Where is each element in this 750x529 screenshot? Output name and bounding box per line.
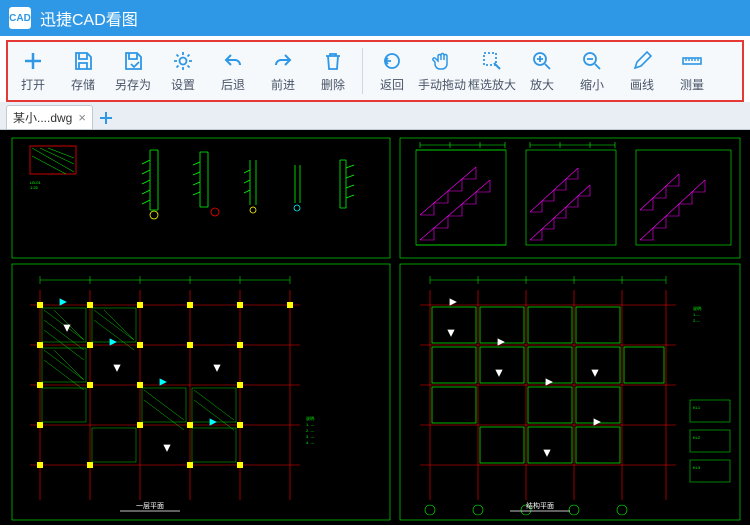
- toolbar-label: 返回: [380, 76, 404, 93]
- toolbar-label: 存储: [71, 76, 95, 93]
- return-button[interactable]: 返回: [367, 42, 417, 100]
- toolbar-label: 另存为: [115, 76, 151, 93]
- zoomin-icon: [531, 50, 553, 72]
- toolbar-label: 手动拖动: [418, 76, 466, 93]
- toolbar-label: 后退: [221, 76, 245, 93]
- toolbar-divider: [362, 48, 363, 94]
- svg-text:KL3: KL3: [693, 465, 701, 470]
- svg-text:KL1: KL1: [693, 405, 701, 410]
- tab-bar: 某小....dwg ×: [0, 102, 750, 130]
- return-icon: [381, 50, 403, 72]
- saveas-icon: [122, 50, 144, 72]
- svg-text:2.---: 2.---: [693, 318, 701, 323]
- tab-close-icon[interactable]: ×: [78, 110, 86, 125]
- measure-button[interactable]: 测量: [667, 42, 717, 100]
- svg-text:说明:: 说明:: [693, 305, 702, 311]
- app-logo: CAD: [8, 6, 32, 30]
- open-button[interactable]: 打开: [8, 42, 58, 100]
- save-button[interactable]: 存储: [58, 42, 108, 100]
- toolbar-label: 框选放大: [468, 76, 516, 93]
- svg-text:2. ---: 2. ---: [306, 428, 315, 433]
- zoom-in-button[interactable]: 放大: [517, 42, 567, 100]
- cad-drawing: LB-01 1:25: [0, 130, 750, 525]
- svg-text:1:25: 1:25: [30, 185, 39, 190]
- toolbar-label: 设置: [171, 76, 195, 93]
- svg-text:4. ---: 4. ---: [306, 440, 315, 445]
- toolbar-label: 删除: [321, 76, 345, 93]
- toolbar-label: 测量: [680, 76, 704, 93]
- redo-icon: [272, 50, 294, 72]
- save-icon: [72, 50, 94, 72]
- zoombox-icon: [481, 50, 503, 72]
- toolbar-label: 放大: [530, 76, 554, 93]
- gear-icon: [172, 50, 194, 72]
- tab-add-button[interactable]: [95, 107, 117, 129]
- app-title: 迅捷CAD看图: [40, 6, 138, 30]
- undo-icon: [222, 50, 244, 72]
- toolbar: 打开 存储 另存为 设置 后退 前进 删除 返回 手动拖动 框选放大: [6, 40, 744, 102]
- hand-icon: [431, 50, 453, 72]
- svg-text:KL2: KL2: [693, 435, 701, 440]
- line-button[interactable]: 画线: [617, 42, 667, 100]
- plus-icon: [22, 50, 44, 72]
- zoomout-icon: [581, 50, 603, 72]
- pan-button[interactable]: 手动拖动: [417, 42, 467, 100]
- pencil-icon: [631, 50, 653, 72]
- zoom-out-button[interactable]: 缩小: [567, 42, 617, 100]
- settings-button[interactable]: 设置: [158, 42, 208, 100]
- toolbar-label: 打开: [21, 76, 45, 93]
- toolbar-label: 缩小: [580, 76, 604, 93]
- svg-text:结构平面: 结构平面: [526, 501, 554, 510]
- toolbar-label: 前进: [271, 76, 295, 93]
- tab-file[interactable]: 某小....dwg ×: [6, 105, 93, 129]
- svg-text:1.---: 1.---: [693, 312, 701, 317]
- tab-label: 某小....dwg: [13, 109, 72, 126]
- ruler-icon: [681, 50, 703, 72]
- svg-text:3. ---: 3. ---: [306, 434, 315, 439]
- save-as-button[interactable]: 另存为: [108, 42, 158, 100]
- zoom-box-button[interactable]: 框选放大: [467, 42, 517, 100]
- plus-icon: [99, 111, 113, 125]
- svg-text:说明:: 说明:: [306, 415, 315, 421]
- svg-text:一层平面: 一层平面: [136, 502, 164, 510]
- forward-button[interactable]: 前进: [258, 42, 308, 100]
- back-button[interactable]: 后退: [208, 42, 258, 100]
- delete-button[interactable]: 删除: [308, 42, 358, 100]
- cad-canvas[interactable]: LB-01 1:25: [0, 130, 750, 525]
- trash-icon: [322, 50, 344, 72]
- title-bar: CAD 迅捷CAD看图: [0, 0, 750, 36]
- svg-text:1. ---: 1. ---: [306, 422, 315, 427]
- toolbar-label: 画线: [630, 76, 654, 93]
